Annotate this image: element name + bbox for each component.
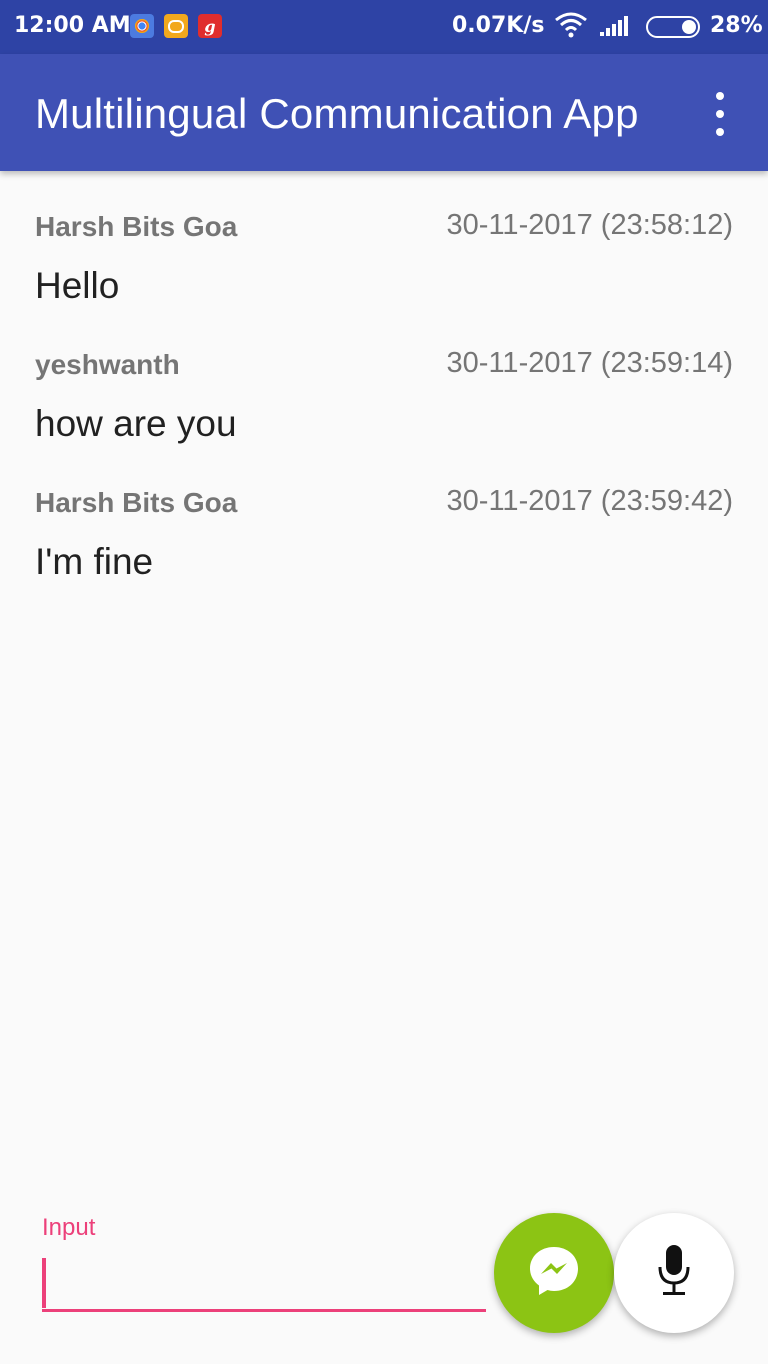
app-bar: Multilingual Communication App	[0, 54, 768, 171]
chrome-icon	[130, 14, 154, 38]
gaana-icon: g	[198, 14, 222, 38]
chat-bubble-icon	[164, 14, 188, 38]
battery-percent: 28%	[710, 13, 763, 38]
message-item: yeshwanth 30-11-2017 (23:59:14) how are …	[0, 309, 768, 447]
message-timestamp: 30-11-2017 (23:59:14)	[446, 347, 733, 379]
overflow-menu-icon[interactable]	[702, 92, 738, 136]
send-button[interactable]	[494, 1213, 614, 1333]
message-item: Harsh Bits Goa 30-11-2017 (23:59:42) I'm…	[0, 447, 768, 585]
message-list[interactable]: Harsh Bits Goa 30-11-2017 (23:58:12) Hel…	[0, 171, 768, 585]
message-timestamp: 30-11-2017 (23:59:42)	[446, 485, 733, 517]
status-bar: 12:00 AM g 0.07K/s 28%	[0, 0, 768, 54]
message-text: Hello	[35, 265, 120, 306]
microphone-icon	[654, 1243, 694, 1304]
notification-icons: g	[130, 14, 222, 38]
signal-icon	[600, 16, 628, 36]
message-sender: Harsh Bits Goa	[35, 487, 238, 518]
input-label: Input	[42, 1214, 96, 1241]
text-cursor	[42, 1258, 46, 1308]
message-text: I'm fine	[35, 541, 154, 582]
battery-icon	[646, 16, 700, 38]
microphone-button[interactable]	[614, 1213, 734, 1333]
network-speed: 0.07K/s	[452, 13, 545, 38]
message-input[interactable]	[42, 1252, 486, 1312]
message-sender: yeshwanth	[35, 349, 180, 380]
app-title: Multilingual Communication App	[35, 90, 639, 137]
messenger-icon	[526, 1243, 582, 1304]
wifi-icon	[554, 10, 588, 42]
message-item: Harsh Bits Goa 30-11-2017 (23:58:12) Hel…	[0, 171, 768, 309]
message-sender: Harsh Bits Goa	[35, 211, 238, 242]
message-text: how are you	[35, 403, 237, 444]
status-time: 12:00 AM	[14, 13, 131, 38]
message-timestamp: 30-11-2017 (23:58:12)	[446, 209, 733, 241]
